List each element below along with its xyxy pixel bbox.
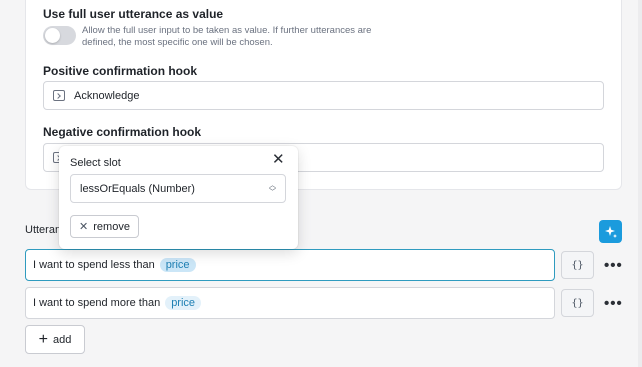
x-icon: ✕	[79, 221, 89, 233]
toggle-knob	[45, 28, 60, 43]
add-label: add	[52, 333, 72, 346]
utterance-text: I want to spend less than	[33, 259, 155, 271]
braces-button[interactable]: {}	[561, 251, 594, 279]
slot-select-value: lessOrEquals (Number)	[80, 182, 195, 195]
slot-select[interactable]: lessOrEquals (Number) ︿ ﹀	[70, 174, 286, 203]
remove-slot-button[interactable]: ✕ remove	[70, 215, 139, 238]
negative-hook-label: Negative confirmation hook	[43, 125, 202, 139]
utterance-text: I want to spend more than	[33, 297, 161, 309]
scrollbar[interactable]	[638, 0, 642, 367]
sparkle-button[interactable]	[599, 220, 622, 243]
close-icon[interactable]: ✕	[272, 152, 285, 167]
utterance-row[interactable]: I want to spend less than price	[25, 249, 555, 281]
full-utterance-toggle[interactable]	[43, 26, 76, 45]
positive-hook-value: Acknowledge	[74, 90, 140, 102]
remove-label: remove	[93, 220, 130, 233]
more-options-icon[interactable]: •••	[604, 258, 623, 273]
slot-chip-price[interactable]: price	[165, 296, 202, 310]
add-utterance-button[interactable]: + add	[25, 325, 85, 354]
terminal-icon	[53, 90, 65, 101]
full-utterance-help: Allow the full user input to be taken as…	[82, 25, 372, 48]
full-utterance-label: Use full user utterance as value	[43, 7, 224, 21]
plus-icon: +	[38, 330, 48, 348]
utterance-row[interactable]: I want to spend more than price	[25, 287, 555, 319]
sparkle-icon	[604, 225, 617, 238]
more-options-icon[interactable]: •••	[604, 296, 623, 311]
popover-title: Select slot	[70, 157, 121, 169]
positive-hook-label: Positive confirmation hook	[43, 64, 198, 78]
positive-hook-field[interactable]: Acknowledge	[43, 81, 604, 110]
chevron-up-down-icon: ︿ ﹀	[269, 182, 276, 196]
select-slot-popover: Select slot ✕ lessOrEquals (Number) ︿ ﹀ ✕…	[59, 146, 298, 249]
braces-button[interactable]: {}	[561, 289, 594, 317]
utterances-heading: Utteran	[25, 224, 62, 236]
slot-chip-price[interactable]: price	[159, 258, 196, 272]
